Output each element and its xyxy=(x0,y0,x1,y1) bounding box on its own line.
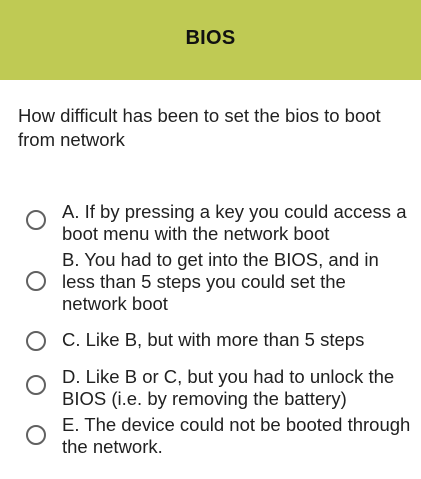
page-title: BIOS xyxy=(185,26,236,49)
radio-button-b[interactable] xyxy=(26,271,46,291)
radio-button-a[interactable] xyxy=(26,210,46,230)
question-text: How difficult has been to set the bios t… xyxy=(18,105,381,150)
option-a-label: A. If by pressing a key you could access… xyxy=(62,201,407,244)
radio-button-d[interactable] xyxy=(26,375,46,395)
option-c[interactable]: C. Like B, but with more than 5 steps xyxy=(0,328,421,354)
option-c-label: C. Like B, but with more than 5 steps xyxy=(62,329,365,350)
radio-button-c[interactable] xyxy=(26,331,46,351)
option-d[interactable]: D. Like B or C, but you had to unlock th… xyxy=(0,365,421,409)
option-b[interactable]: B. You had to get into the BIOS, and in … xyxy=(0,249,421,315)
radio-button-e[interactable] xyxy=(26,425,46,445)
option-d-label: D. Like B or C, but you had to unlock th… xyxy=(62,366,395,409)
option-b-label: B. You had to get into the BIOS, and in … xyxy=(62,249,379,314)
option-e-label: E. The device could not be booted throug… xyxy=(62,414,411,457)
option-a[interactable]: A. If by pressing a key you could access… xyxy=(0,200,421,244)
app-header: BIOS xyxy=(0,0,421,80)
option-e[interactable]: E. The device could not be booted throug… xyxy=(0,413,421,457)
